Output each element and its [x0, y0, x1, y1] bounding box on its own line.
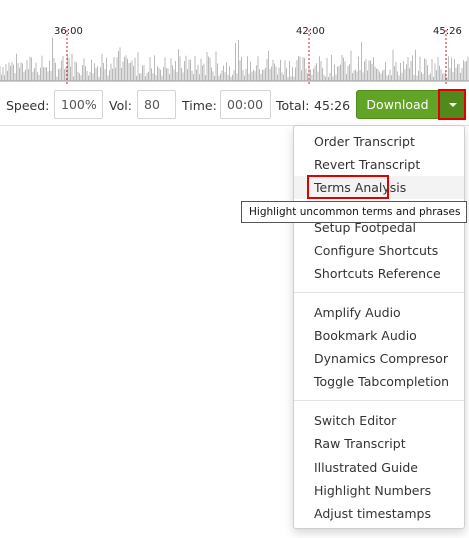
- volume-label: Vol:: [109, 98, 132, 113]
- menu-item-adjust-timestamps[interactable]: Adjust timestamps: [294, 502, 464, 525]
- caret-down-icon: [449, 103, 457, 107]
- menu-item-toggle-tabcompletion[interactable]: Toggle Tabcompletion: [294, 370, 464, 393]
- time-input[interactable]: 00:00: [220, 90, 271, 119]
- download-dropdown-toggle[interactable]: [438, 89, 466, 120]
- waveform-graphic[interactable]: [0, 0, 469, 86]
- menu-divider: [294, 292, 464, 293]
- menu-item-dynamics-compresor[interactable]: Dynamics Compresor: [294, 347, 464, 370]
- total-label: Total:: [276, 98, 310, 113]
- menu-item-switch-editor[interactable]: Switch Editor: [294, 409, 464, 432]
- menu-item-configure-shortcuts[interactable]: Configure Shortcuts: [294, 239, 464, 262]
- volume-input[interactable]: 80: [137, 90, 176, 119]
- time-marker-label: 36:00: [54, 26, 83, 37]
- menu-item-terms-analysis[interactable]: Terms Analysis: [294, 176, 464, 199]
- total-duration: 45:26: [314, 98, 351, 113]
- menu-item-illustrated-guide[interactable]: Illustrated Guide: [294, 456, 464, 479]
- menu-item-highlight-numbers[interactable]: Highlight Numbers: [294, 479, 464, 502]
- menu-item-shortcuts-reference[interactable]: Shortcuts Reference: [294, 262, 464, 285]
- speed-input[interactable]: 100%: [54, 90, 103, 119]
- audio-waveform[interactable]: 36:00 42:00 45:26: [0, 0, 469, 86]
- menu-item-bookmark-audio[interactable]: Bookmark Audio: [294, 324, 464, 347]
- tooltip: Highlight uncommon terms and phrases: [241, 201, 467, 223]
- time-marker-label: 45:26: [433, 26, 462, 37]
- menu-divider: [294, 400, 464, 401]
- time-marker-label: 42:00: [296, 26, 325, 37]
- menu-item-revert-transcript[interactable]: Revert Transcript: [294, 153, 464, 176]
- download-button[interactable]: Download: [356, 90, 439, 119]
- menu-item-amplify-audio[interactable]: Amplify Audio: [294, 301, 464, 324]
- menu-item-order-transcript[interactable]: Order Transcript: [294, 130, 464, 153]
- playback-controls-bar: Speed: 100% Vol: 80 Time: 00:00 Total: 4…: [0, 86, 469, 126]
- time-label: Time:: [182, 98, 217, 113]
- download-dropdown-menu: Order Transcript Revert Transcript Terms…: [293, 125, 465, 529]
- speed-label: Speed:: [6, 98, 50, 113]
- menu-item-raw-transcript[interactable]: Raw Transcript: [294, 432, 464, 455]
